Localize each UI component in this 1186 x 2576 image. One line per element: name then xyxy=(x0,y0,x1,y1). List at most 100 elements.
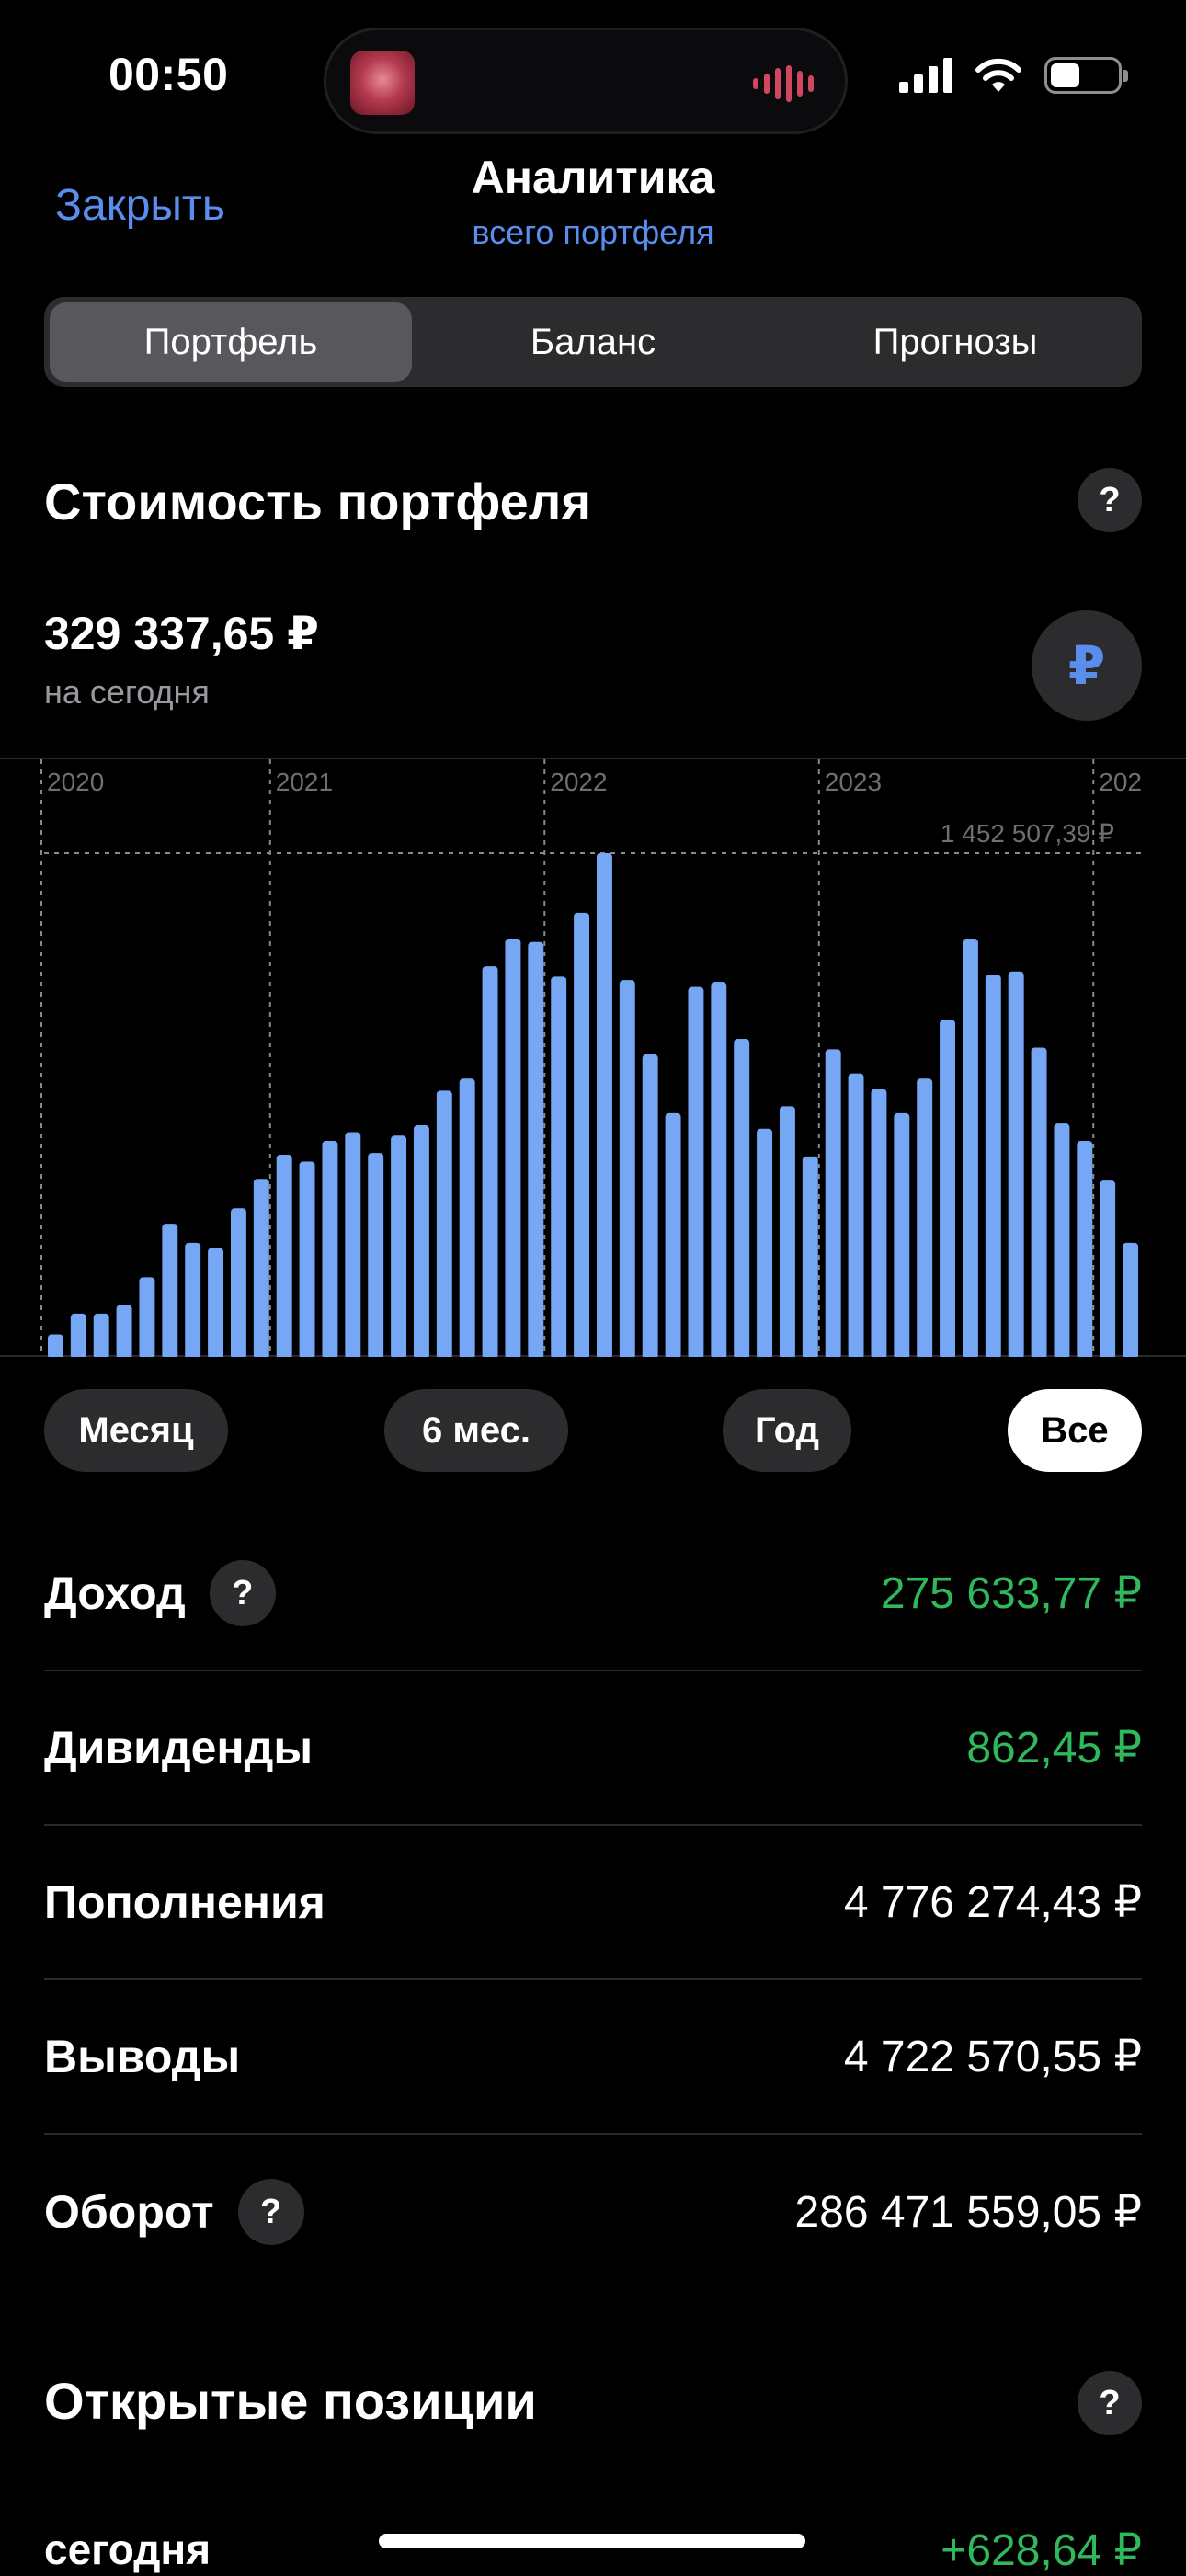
stat-value: 275 633,77 ₽ xyxy=(880,1569,1142,1618)
stat-label: Оборот xyxy=(44,2186,214,2238)
stat-label: Дивиденды xyxy=(44,1722,314,1773)
chart-bar xyxy=(139,1277,155,1357)
stat-row-income: Доход ? 275 633,77 ₽ xyxy=(44,1517,1142,1671)
chart-bar xyxy=(596,853,612,1357)
year-tick-label: 2020 xyxy=(47,768,104,796)
open-positions-today-value: +628,64 ₽ xyxy=(941,2526,1142,2575)
status-icons xyxy=(899,57,1128,94)
page-subtitle: всего портфеля xyxy=(472,213,714,251)
chart-bar xyxy=(345,1132,361,1357)
chart-bar xyxy=(848,1073,864,1357)
chart-bar xyxy=(208,1248,224,1357)
chart-bar xyxy=(413,1125,429,1357)
range-6-months-button[interactable]: 6 мес. xyxy=(384,1389,568,1472)
dynamic-island[interactable] xyxy=(324,28,848,134)
audio-waveform-icon xyxy=(753,65,814,102)
year-tick-label: 2022 xyxy=(550,768,607,796)
chart-bar xyxy=(93,1313,109,1357)
chart-bar xyxy=(985,975,1001,1357)
chart-bar xyxy=(688,986,704,1357)
income-help-button[interactable]: ? xyxy=(209,1560,276,1626)
year-tick-label: 2023 xyxy=(825,768,882,796)
chart-bar xyxy=(391,1135,407,1357)
page-title: Аналитика xyxy=(471,152,715,203)
chart-bar xyxy=(47,1334,63,1357)
chart-bar xyxy=(734,1039,750,1357)
stat-row-deposits: Пополнения 4 776 274,43 ₽ xyxy=(44,1826,1142,1980)
year-tick-label: 2021 xyxy=(276,768,333,796)
chart-bar xyxy=(1100,1180,1116,1357)
chart-bar xyxy=(871,1089,887,1357)
tab-portfolio[interactable]: Портфель xyxy=(50,302,412,382)
chart-bar xyxy=(1031,1047,1047,1357)
chart-bar xyxy=(940,1020,956,1357)
chart-bar xyxy=(368,1153,384,1357)
stat-label: Выводы xyxy=(44,2031,241,2082)
stat-label: Доход xyxy=(44,1567,186,1619)
turnover-help-button[interactable]: ? xyxy=(237,2179,304,2245)
range-all-button[interactable]: Все xyxy=(1008,1389,1142,1472)
chart-bar xyxy=(962,939,978,1357)
segmented-control: Портфель Баланс Прогнозы xyxy=(44,297,1142,387)
chart-bar xyxy=(1054,1123,1070,1357)
stat-value: 862,45 ₽ xyxy=(966,1724,1142,1772)
range-year-button[interactable]: Год xyxy=(723,1389,851,1472)
stat-row-turnover: Оборот ? 286 471 559,05 ₽ xyxy=(44,2135,1142,2289)
stat-value: 4 722 570,55 ₽ xyxy=(843,2033,1142,2081)
now-playing-artwork xyxy=(350,51,415,115)
max-value-label: 1 452 507,39 ₽ xyxy=(941,819,1114,848)
tab-forecasts[interactable]: Прогнозы xyxy=(774,302,1136,382)
chart-bar xyxy=(917,1078,933,1357)
chart-bar xyxy=(551,976,567,1357)
home-indicator[interactable] xyxy=(379,2534,805,2548)
chart-bar xyxy=(162,1224,178,1357)
chart-bar xyxy=(505,939,521,1357)
wifi-icon xyxy=(975,58,1021,92)
battery-level xyxy=(1051,63,1079,87)
year-tick-label: 202 xyxy=(1099,768,1142,796)
chart-bar xyxy=(802,1156,818,1357)
open-positions-help-button[interactable]: ? xyxy=(1078,2371,1142,2435)
chart-bar xyxy=(779,1106,795,1357)
portfolio-value: 329 337,65 ₽ xyxy=(44,608,319,659)
stat-value: 4 776 274,43 ₽ xyxy=(843,1878,1142,1927)
portfolio-value-chart[interactable]: 2020 2021 2022 2023 202 1 452 507,39 ₽ xyxy=(0,758,1186,1357)
currency-toggle-button[interactable]: ₽ xyxy=(1032,610,1142,721)
chart-bar xyxy=(1077,1140,1093,1357)
chart-bar xyxy=(253,1179,269,1357)
stat-row-dividends: Дивиденды 862,45 ₽ xyxy=(44,1671,1142,1826)
chart-bar xyxy=(574,912,590,1357)
chart-bar xyxy=(825,1049,841,1357)
chart-bar xyxy=(1008,971,1024,1357)
chart-bar xyxy=(436,1090,452,1357)
chart-bar xyxy=(276,1154,292,1357)
portfolio-help-button[interactable]: ? xyxy=(1078,468,1142,532)
chart-bar xyxy=(185,1242,201,1357)
portfolio-value-title: Стоимость портфеля xyxy=(44,473,592,530)
stat-value: 286 471 559,05 ₽ xyxy=(794,2188,1142,2237)
chart-bar xyxy=(665,1112,681,1357)
chart-bar xyxy=(757,1128,773,1357)
status-time: 00:50 xyxy=(108,49,229,100)
range-month-button[interactable]: Месяц xyxy=(44,1389,228,1472)
chart-bar xyxy=(116,1305,132,1357)
stat-label: Пополнения xyxy=(44,1876,325,1928)
open-positions-title: Открытые позиции xyxy=(44,2372,537,2430)
portfolio-value-caption: на сегодня xyxy=(44,673,210,711)
chart-bar xyxy=(482,966,498,1357)
chart-bar xyxy=(1123,1242,1139,1357)
chart-bar xyxy=(711,982,727,1357)
open-positions-today-label: сегодня xyxy=(44,2525,211,2573)
chart-bar xyxy=(528,941,544,1357)
chart-bar xyxy=(322,1140,338,1357)
portfolio-chart-svg: 2020 2021 2022 2023 202 1 452 507,39 ₽ xyxy=(0,758,1186,1357)
battery-icon xyxy=(1044,57,1128,94)
chart-bar xyxy=(459,1078,475,1357)
chart-bar xyxy=(230,1208,246,1357)
chart-bar xyxy=(70,1313,86,1357)
tab-balance[interactable]: Баланс xyxy=(412,302,774,382)
chart-bar xyxy=(619,980,635,1357)
chart-bar xyxy=(299,1161,315,1357)
chart-bar xyxy=(894,1112,910,1357)
cellular-signal-icon xyxy=(899,58,952,93)
